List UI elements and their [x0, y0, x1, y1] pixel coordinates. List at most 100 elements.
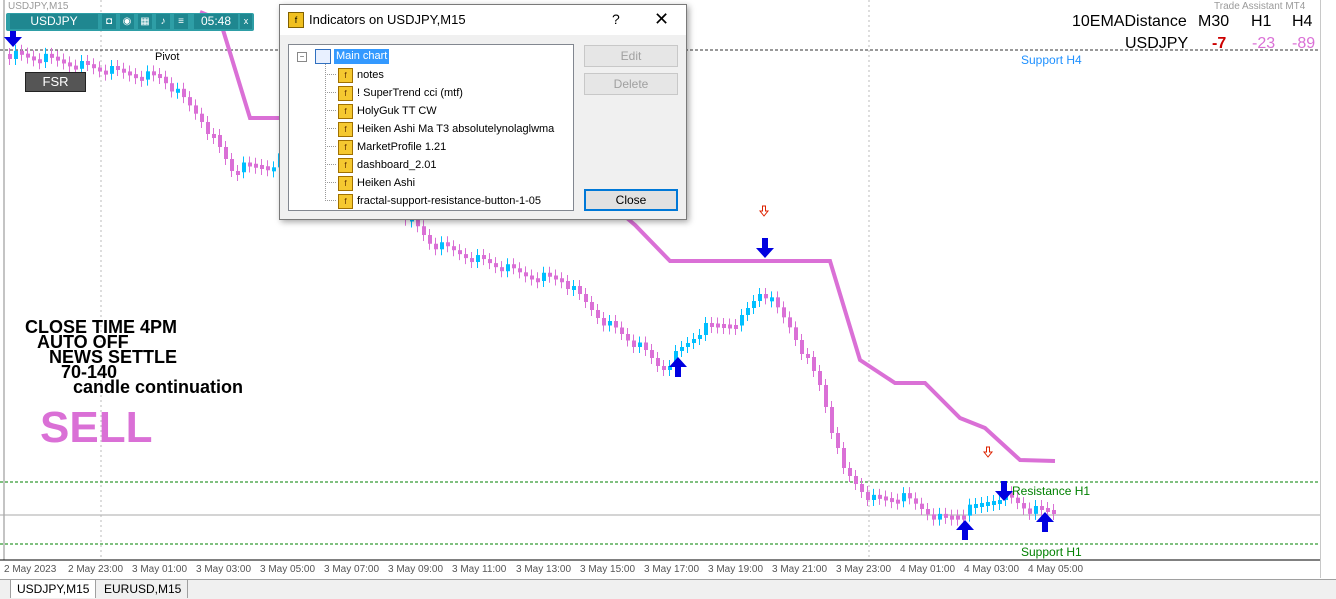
candle-body — [680, 347, 684, 351]
chart-symbol-label: USDJPY,M15 — [8, 1, 69, 12]
candle-body — [950, 515, 954, 520]
fsr-button[interactable]: FSR — [25, 72, 86, 92]
candle-body — [26, 53, 30, 58]
candle-body — [884, 496, 888, 501]
candle-body — [686, 343, 690, 347]
candle-body — [812, 357, 816, 371]
sell-arrow-icon — [756, 238, 774, 258]
candle-body — [932, 514, 936, 520]
candle-body — [896, 499, 900, 504]
tab-eurusd[interactable]: EURUSD,M15 — [98, 580, 189, 598]
candle-body — [632, 340, 636, 347]
toolbar-close-icon[interactable]: x — [240, 14, 252, 29]
indicator-icon: f — [338, 176, 353, 191]
indicator-item[interactable]: ! SuperTrend cci (mtf) — [357, 85, 463, 101]
candle-body — [434, 243, 438, 250]
calendar-icon[interactable]: ▦ — [138, 14, 152, 29]
tree-line — [325, 182, 336, 183]
candle-body — [794, 327, 798, 340]
candle-body — [266, 166, 270, 171]
time-axis-label: 3 May 09:00 — [388, 564, 443, 575]
menu-icon[interactable]: ≡ — [174, 14, 188, 29]
dashboard-value-h4: -89 — [1292, 35, 1316, 52]
time-axis-label: 3 May 03:00 — [196, 564, 251, 575]
close-button[interactable]: Close — [584, 189, 678, 211]
candle-body — [530, 275, 534, 280]
indicator-item[interactable]: dashboard_2.01 — [357, 157, 437, 173]
indicator-icon: f — [338, 68, 353, 83]
candle-body — [1034, 506, 1038, 514]
candle-body — [662, 366, 666, 370]
candle-body — [854, 476, 858, 484]
dialog-titlebar[interactable]: f Indicators on USDJPY,M15 ? ✕ — [280, 5, 686, 35]
candle-body — [494, 263, 498, 268]
camera-icon[interactable]: ◘ — [102, 14, 116, 29]
candle-body — [614, 321, 618, 328]
indicator-item[interactable]: Heiken Ashi Ma T3 absolutelynolaglwma — [357, 121, 554, 137]
candle-body — [182, 88, 186, 98]
help-icon[interactable]: ? — [612, 11, 620, 27]
tree-line — [325, 200, 336, 201]
tree-root-main-chart[interactable]: Main chart — [334, 49, 390, 64]
chart-window-icon — [315, 49, 331, 64]
candle-body — [440, 242, 444, 250]
support-h1-label: Support H1 — [1021, 545, 1082, 559]
collapse-icon[interactable]: − — [297, 52, 307, 62]
candle-body — [14, 50, 18, 59]
candle-body — [272, 167, 276, 172]
candle-body — [110, 66, 114, 74]
candle-body — [248, 162, 252, 167]
indicator-item[interactable]: notes — [357, 67, 384, 83]
tree-line — [325, 146, 336, 147]
candle-body — [716, 323, 720, 328]
indicator-tree[interactable]: − Main chart f notes f! SuperTrend cci (mt… — [288, 44, 574, 211]
indicator-item[interactable]: fractal-support-resistance-button-1-05 — [357, 193, 541, 209]
time-axis-label: 3 May 11:00 — [452, 564, 507, 575]
candle-body — [506, 264, 510, 272]
edit-button[interactable]: Edit — [584, 45, 678, 67]
candle-body — [242, 162, 246, 173]
candle-body — [584, 294, 588, 302]
tab-usdjpy[interactable]: USDJPY,M15 — [10, 580, 97, 598]
eye-icon[interactable]: ◉ — [120, 14, 134, 29]
candle-body — [830, 407, 834, 433]
candle-body — [608, 321, 612, 326]
symbol-selector[interactable]: USDJPY — [10, 14, 98, 29]
time-axis-label: 3 May 13:00 — [516, 564, 571, 575]
indicator-item[interactable]: MarketProfile 1.21 — [357, 139, 446, 155]
candle-body — [464, 254, 468, 259]
candle-body — [254, 163, 258, 168]
candle-body — [974, 504, 978, 508]
indicator-item[interactable]: HolyGuk TT CW — [357, 103, 437, 119]
candle-body — [176, 88, 180, 93]
candle-body — [848, 468, 852, 476]
candle-body — [764, 294, 768, 299]
pivot-label: Pivot — [155, 51, 180, 63]
candle-body — [956, 515, 960, 520]
dialog-title: Indicators on USDJPY,M15 — [309, 12, 466, 27]
candle-body — [98, 67, 102, 72]
close-icon[interactable]: ✕ — [654, 9, 669, 30]
delete-button[interactable]: Delete — [584, 73, 678, 95]
candle-body — [194, 105, 198, 114]
candle-body — [230, 159, 234, 171]
candle-body — [1028, 508, 1032, 514]
candle-body — [470, 258, 474, 263]
candle-body — [566, 281, 570, 289]
candle-body — [1040, 506, 1044, 510]
candle-body — [116, 66, 120, 70]
candle-body — [944, 513, 948, 518]
candle-body — [164, 76, 168, 84]
bell-icon[interactable]: ♪ — [156, 14, 170, 29]
candle-body — [878, 494, 882, 499]
candle-body — [8, 54, 12, 59]
indicator-item[interactable]: Heiken Ashi — [357, 175, 415, 191]
tree-line — [325, 164, 336, 165]
candle-body — [836, 433, 840, 448]
candle-body — [500, 267, 504, 272]
candle-body — [578, 286, 582, 294]
dashboard-symbol: USDJPY — [1125, 35, 1189, 52]
candle-body — [890, 498, 894, 503]
candle-body — [20, 50, 24, 55]
time-axis-label: 3 May 05:00 — [260, 564, 315, 575]
